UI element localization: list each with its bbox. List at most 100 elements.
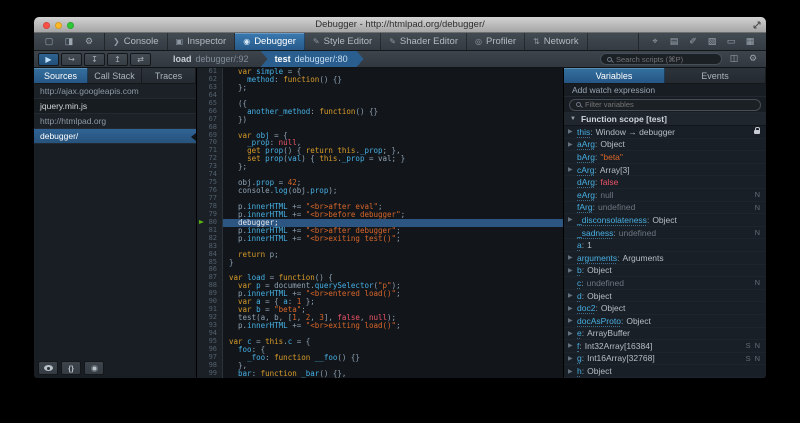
sources-tab-sources[interactable]: Sources bbox=[34, 68, 88, 83]
expand-arrow-icon[interactable]: ▶ bbox=[568, 330, 577, 337]
variable-row[interactable]: ▶aArg:Object bbox=[564, 139, 766, 152]
variable-row[interactable]: ▶cArg:Array[3] bbox=[564, 164, 766, 177]
source-item[interactable]: http://ajax.googleapis.com bbox=[34, 84, 196, 99]
expand-arrow-icon[interactable]: ▶ bbox=[568, 216, 577, 223]
zoom-window-button[interactable] bbox=[67, 22, 74, 29]
code-line[interactable] bbox=[223, 92, 563, 100]
variable-row[interactable]: ▶e:ArrayBuffer bbox=[564, 328, 766, 341]
code-line[interactable]: var c = this.c = { bbox=[223, 338, 563, 346]
options-gear-icon[interactable]: ⚙ bbox=[80, 35, 98, 49]
stack-frame-test[interactable]: testdebugger/:80 bbox=[261, 51, 364, 67]
blackbox-source-button[interactable] bbox=[38, 361, 58, 375]
expand-arrow-icon[interactable]: ▶ bbox=[568, 305, 577, 312]
variable-name[interactable]: cArg bbox=[577, 165, 594, 175]
dock-window-icon[interactable]: ▢ bbox=[40, 35, 58, 49]
expand-arrow-icon[interactable]: ▶ bbox=[568, 355, 577, 362]
pick-element-icon[interactable]: ⌖ bbox=[647, 35, 663, 49]
code-line[interactable]: bar: function _bar() {}, bbox=[223, 370, 563, 378]
toggle-breakpoints-button[interactable] bbox=[84, 361, 104, 375]
code-line[interactable]: console.log(obj.prop); bbox=[223, 187, 563, 195]
close-window-button[interactable] bbox=[43, 22, 50, 29]
variable-row[interactable]: c:undefinedN bbox=[564, 277, 766, 290]
source-item[interactable]: debugger/ bbox=[34, 129, 196, 144]
code-line[interactable]: another_method: function() {} bbox=[223, 108, 563, 116]
expand-arrow-icon[interactable]: ▶ bbox=[568, 368, 577, 375]
tab-console[interactable]: ❯Console bbox=[105, 33, 168, 50]
variable-row[interactable]: _sadness:undefinedN bbox=[564, 227, 766, 240]
toggle-tracing-button[interactable]: ⇄ bbox=[130, 53, 151, 66]
source-item[interactable]: http://htmlpad.org bbox=[34, 114, 196, 129]
variable-name[interactable]: _disconsolateness bbox=[577, 215, 647, 225]
code-line[interactable]: set prop(val) { this._prop = val; } bbox=[223, 155, 563, 163]
expand-arrow-icon[interactable]: ▶ bbox=[568, 267, 577, 274]
panel-toggle-icon[interactable]: ◫ bbox=[727, 53, 741, 66]
variable-row[interactable]: ▶b:Object bbox=[564, 265, 766, 278]
variable-row[interactable]: ▶d:Object bbox=[564, 290, 766, 303]
variable-row[interactable]: ▶doc2:Object bbox=[564, 302, 766, 315]
variable-name[interactable]: aArg bbox=[577, 139, 595, 149]
code-line[interactable]: p.innerHTML += "<br>exiting load()"; bbox=[223, 322, 563, 330]
responsive-mode-icon[interactable]: ▭ bbox=[723, 35, 739, 49]
sources-tab-call-stack[interactable]: Call Stack bbox=[88, 68, 142, 83]
variable-name[interactable]: this bbox=[577, 127, 590, 137]
gutter-line-number[interactable]: 99 bbox=[197, 370, 222, 378]
variable-name[interactable]: docAsProto bbox=[577, 316, 621, 326]
eyedropper-icon[interactable]: ✐ bbox=[685, 35, 701, 49]
expand-arrow-icon[interactable]: ▶ bbox=[568, 292, 577, 299]
variable-row[interactable]: ▶h:Object bbox=[564, 365, 766, 378]
minimize-window-button[interactable] bbox=[55, 22, 62, 29]
tab-network[interactable]: ⇅Network bbox=[525, 33, 588, 50]
tab-profiler[interactable]: ◎Profiler bbox=[467, 33, 525, 50]
variable-row[interactable]: a:1 bbox=[564, 239, 766, 252]
dock-side-icon[interactable]: ◨ bbox=[60, 35, 78, 49]
tab-style-editor[interactable]: ✎Style Editor bbox=[305, 33, 381, 50]
tab-debugger[interactable]: ◉Debugger bbox=[235, 33, 305, 50]
pretty-print-button[interactable]: {} bbox=[61, 361, 81, 375]
variable-row[interactable]: bArg:"beta" bbox=[564, 151, 766, 164]
variable-row[interactable]: ▶docAsProto:Object bbox=[564, 315, 766, 328]
variable-name[interactable]: doc2 bbox=[577, 303, 595, 313]
debugger-options-gear-icon[interactable]: ⚙ bbox=[746, 53, 760, 66]
variable-row[interactable]: dArg:false bbox=[564, 176, 766, 189]
variable-name[interactable]: eArg bbox=[577, 190, 595, 200]
source-item[interactable]: jquery.min.js bbox=[34, 99, 196, 114]
variable-name[interactable]: fArg bbox=[577, 202, 593, 212]
variable-row[interactable]: fArg:undefinedN bbox=[564, 202, 766, 215]
expand-arrow-icon[interactable]: ▶ bbox=[568, 141, 577, 148]
scratchpad-icon[interactable]: ▤ bbox=[666, 35, 682, 49]
expand-arrow-icon[interactable]: ▶ bbox=[568, 166, 577, 173]
code-line[interactable]: p.innerHTML += "<br>exiting test()"; bbox=[223, 235, 563, 243]
code-line[interactable]: }) bbox=[223, 116, 563, 124]
variables-tab-variables[interactable]: Variables bbox=[564, 68, 665, 83]
step-in-button[interactable]: ↧ bbox=[84, 53, 105, 66]
code-line[interactable]: }; bbox=[223, 163, 563, 171]
search-scripts-input[interactable] bbox=[616, 55, 715, 64]
resize-icon[interactable] bbox=[753, 21, 761, 29]
expand-arrow-icon[interactable]: ▶ bbox=[568, 317, 577, 324]
sources-tab-traces[interactable]: Traces bbox=[142, 68, 196, 83]
variable-row[interactable]: ▶arguments:Arguments bbox=[564, 252, 766, 265]
tab-inspector[interactable]: ▣Inspector bbox=[168, 33, 236, 50]
code-line[interactable]: return p; bbox=[223, 251, 563, 259]
app-grid-icon[interactable]: ▦ bbox=[742, 35, 758, 49]
variable-name[interactable]: dArg bbox=[577, 177, 595, 187]
add-watch-expression[interactable]: Add watch expression bbox=[564, 84, 766, 97]
variable-row[interactable]: ▶this:Window → debugger bbox=[564, 126, 766, 139]
tilt-3d-icon[interactable]: ▧ bbox=[704, 35, 720, 49]
expand-arrow-icon[interactable]: ▶ bbox=[568, 128, 577, 135]
step-over-button[interactable]: ↪ bbox=[61, 53, 82, 66]
code-line[interactable]: method: function() {} bbox=[223, 76, 563, 84]
variable-name[interactable]: bArg bbox=[577, 152, 595, 162]
variables-tab-events[interactable]: Events bbox=[665, 68, 766, 83]
resume-button[interactable]: ▶ bbox=[38, 53, 59, 66]
tab-shader-editor[interactable]: ✎Shader Editor bbox=[381, 33, 467, 50]
scope-header[interactable]: ▼ Function scope [test] bbox=[564, 113, 766, 126]
variable-name[interactable]: _sadness bbox=[577, 228, 613, 238]
variable-name[interactable]: arguments bbox=[577, 253, 617, 263]
code-line[interactable]: }; bbox=[223, 84, 563, 92]
variable-row[interactable]: ▶g:Int16Array[32768]SN bbox=[564, 353, 766, 366]
expand-arrow-icon[interactable]: ▶ bbox=[568, 254, 577, 261]
variable-row[interactable]: eArg:nullN bbox=[564, 189, 766, 202]
variable-row[interactable]: ▶f:Int32Array[16384]SN bbox=[564, 340, 766, 353]
expand-arrow-icon[interactable]: ▶ bbox=[568, 342, 577, 349]
